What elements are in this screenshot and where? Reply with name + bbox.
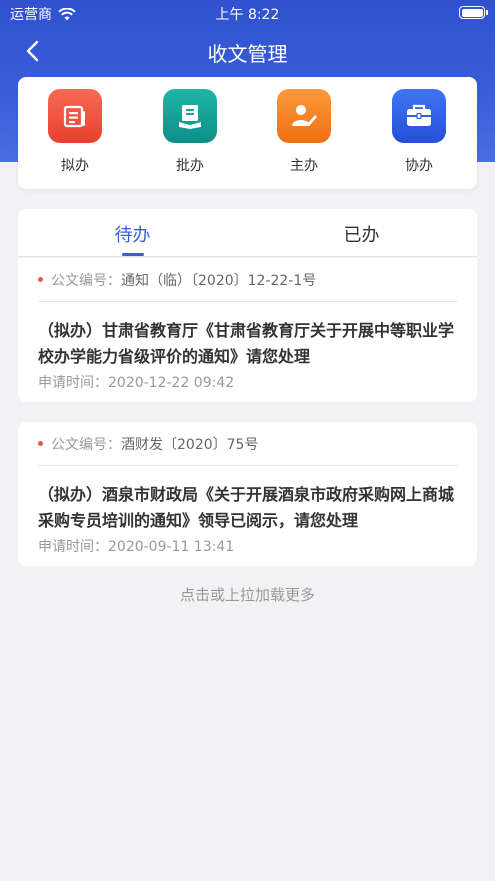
document-time-row: 申请时间：2020-12-22 09:42: [38, 372, 458, 392]
active-tab-indicator: [122, 253, 144, 256]
document-number-value: 酒财发〔2020〕75号: [121, 437, 259, 453]
document-time-value: 2020-12-22 09:42: [108, 375, 235, 391]
tab-done[interactable]: 已办: [247, 221, 476, 247]
document-number-row: 公文编号： 通知（临）〔2020〕12-22-1号: [38, 270, 458, 302]
bullet-dot-icon: [38, 441, 43, 446]
quick-action-approve[interactable]: 批办: [150, 89, 230, 175]
document-time-label: 申请时间：: [38, 539, 108, 555]
quick-action-label: 批办: [176, 158, 204, 174]
document-title: （拟办）酒泉市财政局《关于开展酒泉市政府采购网上商城采购专员培训的通知》领导已阅…: [38, 485, 455, 530]
document-time-value: 2020-09-11 13:41: [108, 539, 235, 555]
quick-action-host[interactable]: 主办: [264, 89, 344, 175]
status-bar: 运营商 上午 8:22: [0, 0, 495, 26]
document-item[interactable]: 公文编号： 酒财发〔2020〕75号 （拟办）酒泉市财政局《关于开展酒泉市政府采…: [18, 422, 477, 566]
quick-action-label: 协办: [405, 158, 433, 174]
briefcase-icon: [392, 89, 446, 143]
page-title: 收文管理: [207, 42, 288, 66]
draft-icon: [48, 89, 102, 143]
document-title: （拟办）甘肃省教育厅《甘肃省教育厅关于开展中等职业学校办学能力省级评价的通知》请…: [38, 321, 455, 366]
document-number-row: 公文编号： 酒财发〔2020〕75号: [38, 434, 458, 466]
load-more-button[interactable]: 点击或上拉加载更多: [0, 584, 495, 605]
approve-book-icon: [163, 89, 217, 143]
status-time: 上午 8:22: [215, 7, 280, 23]
battery-icon: [459, 6, 488, 19]
quick-actions-card: 拟办 批办 主办 协办: [18, 77, 477, 189]
quick-action-draft[interactable]: 拟办: [35, 89, 115, 175]
document-time-row: 申请时间：2020-09-11 13:41: [38, 536, 458, 556]
tab-bar: 待办 已办: [18, 209, 477, 257]
tab-pending[interactable]: 待办: [18, 221, 247, 247]
document-time-label: 申请时间：: [38, 375, 108, 391]
quick-action-label: 拟办: [61, 158, 89, 174]
bullet-dot-icon: [38, 277, 43, 282]
document-number-label: 公文编号：: [51, 437, 121, 453]
quick-action-assist[interactable]: 协办: [379, 89, 459, 175]
quick-action-label: 主办: [290, 158, 318, 174]
nav-bar: 收文管理: [0, 26, 495, 76]
host-person-icon: [277, 89, 331, 143]
document-item[interactable]: 公文编号： 通知（临）〔2020〕12-22-1号 （拟办）甘肃省教育厅《甘肃省…: [18, 258, 477, 402]
document-number-label: 公文编号：: [51, 273, 121, 289]
document-number-value: 通知（临）〔2020〕12-22-1号: [121, 273, 317, 289]
